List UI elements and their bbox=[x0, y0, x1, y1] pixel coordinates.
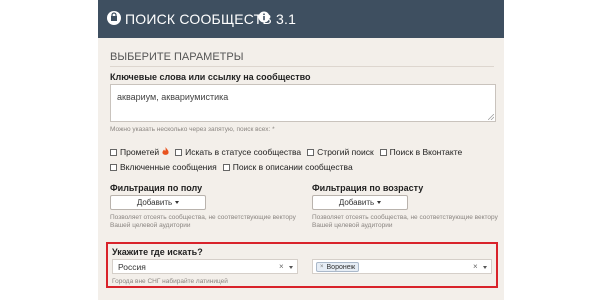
caret-down-icon bbox=[377, 201, 382, 204]
logo-icon bbox=[107, 11, 121, 25]
hint-line: Позволяет отсеять сообщества, не соответ… bbox=[110, 214, 296, 221]
checkbox-row-2: Включенные сообщения Поиск в описании со… bbox=[110, 162, 359, 172]
checkbox-box[interactable] bbox=[307, 148, 315, 156]
checkbox-box[interactable] bbox=[110, 148, 117, 156]
keywords-hint: Можно указать несколько через запятую, п… bbox=[110, 126, 275, 133]
city-tag: × Воронеж bbox=[316, 262, 360, 272]
checkbox-box[interactable] bbox=[110, 163, 117, 171]
caret-down-icon bbox=[175, 201, 180, 204]
checkbox-row-1: Прометей Искать в статусе сообщества Стр… bbox=[110, 147, 468, 157]
location-label: Укажите где искать? bbox=[112, 247, 203, 257]
chevron-down-icon[interactable] bbox=[483, 266, 487, 269]
section-title: ВЫБЕРИТЕ ПАРАМЕТРЫ bbox=[110, 51, 244, 63]
clear-city-icon[interactable]: × bbox=[473, 262, 478, 271]
checkbox-box[interactable] bbox=[222, 163, 230, 171]
flame-icon bbox=[162, 147, 169, 155]
section-divider bbox=[110, 66, 494, 67]
info-icon[interactable] bbox=[258, 11, 270, 23]
country-value: Россия bbox=[118, 262, 146, 272]
city-tag-label: Воронеж bbox=[326, 263, 356, 271]
checkbox-label: Поиск в Вконтакте bbox=[389, 147, 463, 157]
checkbox-vk-search[interactable]: Поиск в Вконтакте bbox=[379, 147, 463, 157]
age-filter-hint: Позволяет отсеять сообщества, не соответ… bbox=[312, 214, 498, 230]
keywords-textarea[interactable]: аквариум, аквариумистика bbox=[110, 84, 496, 122]
city-select[interactable]: × Воронеж × bbox=[312, 259, 492, 274]
checkbox-prometheus[interactable]: Прометей bbox=[110, 147, 169, 157]
age-filter-label: Фильтрация по возрасту bbox=[312, 183, 424, 193]
checkbox-label: Включенные сообщения bbox=[120, 162, 217, 172]
checkbox-status-search[interactable]: Искать в статусе сообщества bbox=[175, 147, 301, 157]
remove-tag-icon[interactable]: × bbox=[320, 264, 324, 270]
checkbox-label: Искать в статусе сообщества bbox=[185, 147, 302, 157]
search-panel: ПОИСК СООБЩЕСТВ 3.1 ВЫБЕРИТЕ ПАРАМЕТРЫ К… bbox=[98, 0, 504, 300]
checkbox-label: Прометей bbox=[120, 147, 160, 157]
checkbox-enabled-messages[interactable]: Включенные сообщения bbox=[110, 162, 217, 172]
button-label: Добавить bbox=[136, 198, 173, 207]
country-select[interactable]: Россия × bbox=[112, 259, 298, 274]
gender-filter-label: Фильтрация по полу bbox=[110, 183, 203, 193]
button-label: Добавить bbox=[338, 198, 375, 207]
keywords-value: аквариум, аквариумистика bbox=[117, 92, 229, 102]
gender-add-button[interactable]: Добавить bbox=[110, 195, 206, 210]
hint-line: Вашей целевой аудитории bbox=[110, 222, 191, 229]
checkbox-box[interactable] bbox=[175, 148, 183, 156]
gender-filter-hint: Позволяет отсеять сообщества, не соответ… bbox=[110, 214, 296, 230]
page-title: ПОИСК СООБЩЕСТВ 3.1 bbox=[125, 11, 297, 27]
resize-handle-icon[interactable] bbox=[488, 114, 494, 120]
hint-line: Вашей целевой аудитории bbox=[312, 222, 393, 229]
checkbox-box[interactable] bbox=[379, 148, 387, 156]
header-bar: ПОИСК СООБЩЕСТВ 3.1 bbox=[98, 0, 504, 38]
checkbox-label: Поиск в описании сообщества bbox=[232, 162, 353, 172]
chevron-down-icon[interactable] bbox=[289, 266, 293, 269]
hint-line: Позволяет отсеять сообщества, не соответ… bbox=[312, 214, 498, 221]
checkbox-strict-search[interactable]: Строгий поиск bbox=[307, 147, 374, 157]
location-hint: Города вне СНГ набирайте латиницей bbox=[112, 278, 228, 285]
checkbox-description-search[interactable]: Поиск в описании сообщества bbox=[222, 162, 353, 172]
location-section: Укажите где искать? Россия × × Воронеж ×… bbox=[106, 242, 498, 288]
clear-country-icon[interactable]: × bbox=[279, 262, 284, 271]
age-add-button[interactable]: Добавить bbox=[312, 195, 408, 210]
keywords-label: Ключевые слова или ссылку на сообщество bbox=[110, 72, 311, 82]
checkbox-label: Строгий поиск bbox=[317, 147, 374, 157]
